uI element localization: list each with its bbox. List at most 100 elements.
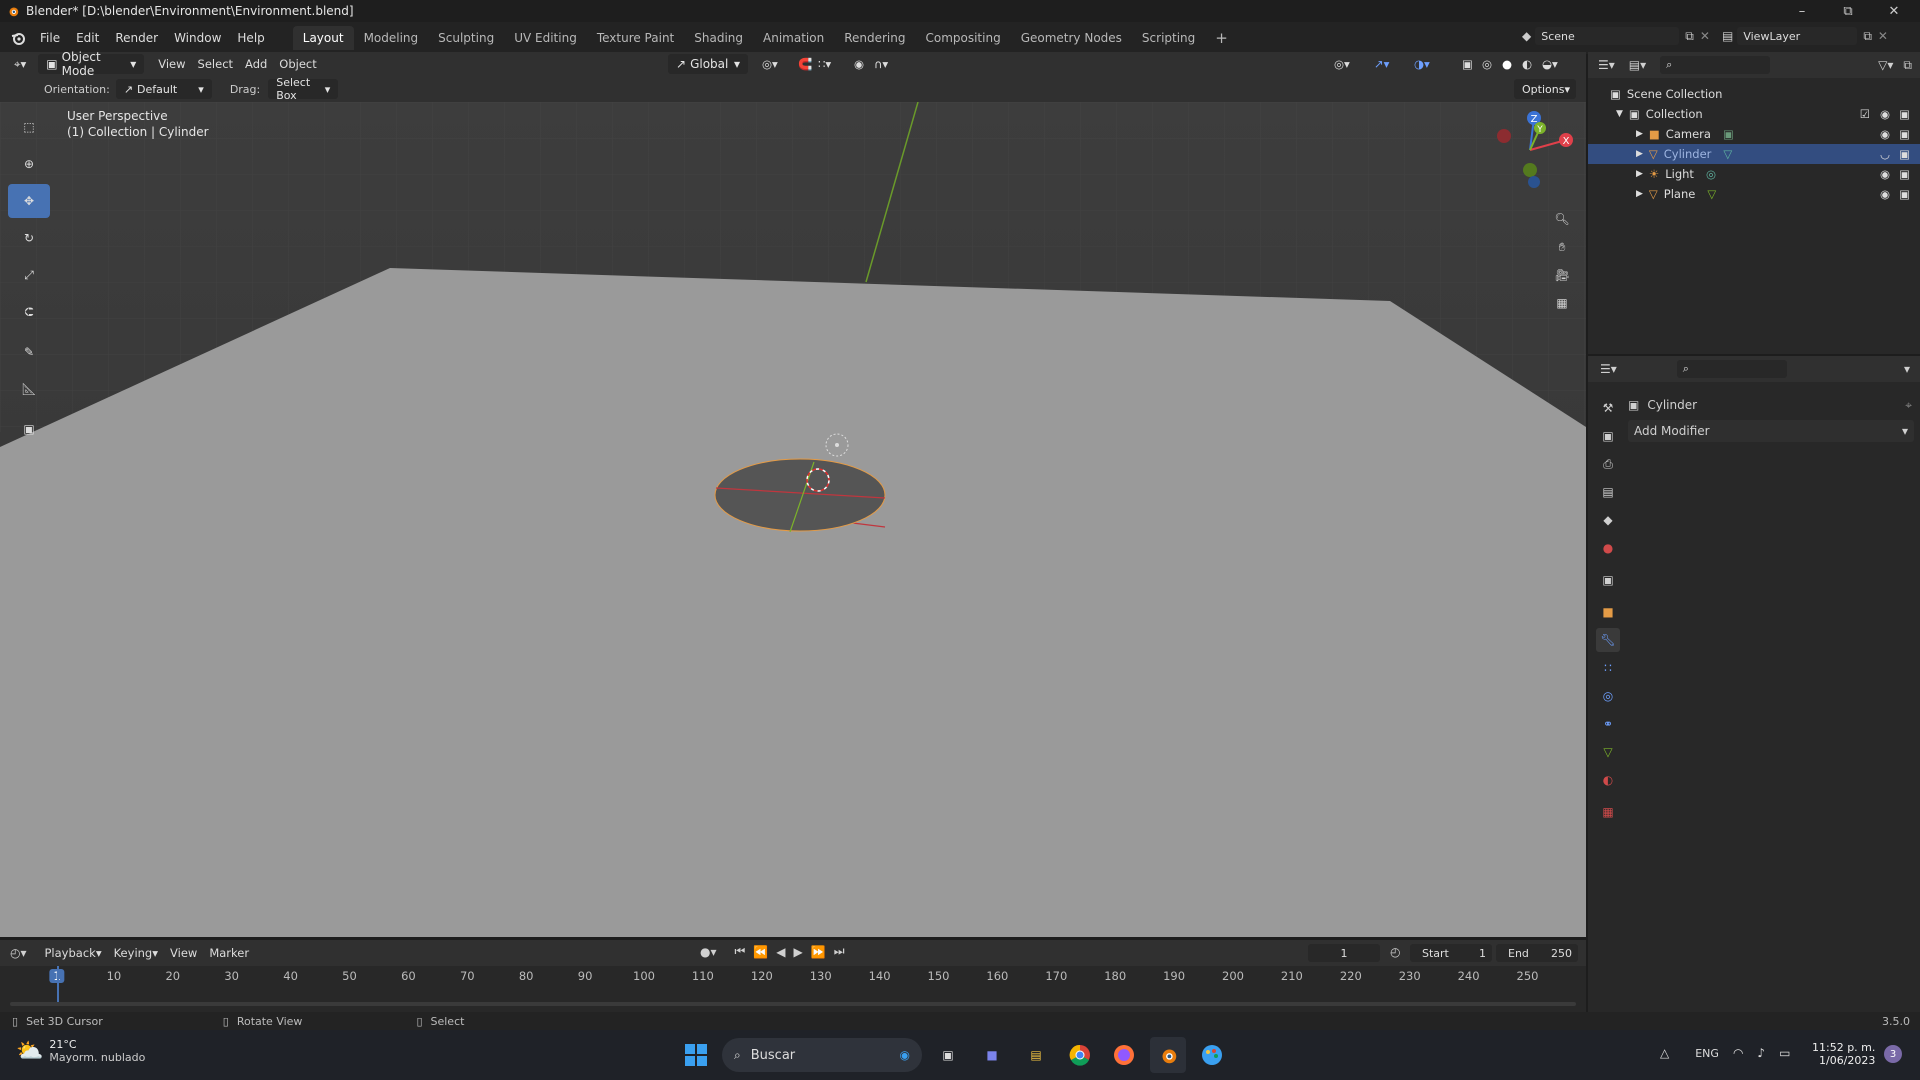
cylinder-render-icon[interactable]: ▣ bbox=[1899, 147, 1910, 161]
expand-chevron-icon[interactable]: ▼ bbox=[1616, 109, 1623, 119]
material-tab-icon[interactable]: ◐ bbox=[1596, 768, 1620, 792]
render-tab-icon[interactable]: ▣ bbox=[1596, 424, 1620, 448]
teams-icon[interactable]: ■ bbox=[974, 1037, 1010, 1073]
outliner-item-plane[interactable]: ▶ ▽ Plane ▽ ◉ ▣ bbox=[1588, 184, 1920, 204]
task-view-icon[interactable]: ▣ bbox=[930, 1037, 966, 1073]
tab-geometry-nodes[interactable]: Geometry Nodes bbox=[1011, 26, 1132, 50]
remove-scene-icon[interactable]: ✕ bbox=[1700, 29, 1710, 43]
end-frame-field[interactable]: End 250 bbox=[1496, 944, 1578, 962]
weather-widget[interactable]: ⛅ 21°C Mayorm. nublado bbox=[16, 1038, 145, 1064]
filter-icon[interactable]: ▽▾ bbox=[1878, 58, 1893, 72]
display-mode-icon[interactable]: ▤▾ bbox=[1629, 58, 1646, 72]
add-cube-tool-icon[interactable]: ▣ bbox=[8, 412, 50, 446]
new-collection-icon[interactable]: ⧉ bbox=[1903, 58, 1912, 73]
volume-icon[interactable]: ♪ bbox=[1757, 1046, 1765, 1060]
drag-dropdown[interactable]: Select Box ▾ bbox=[268, 76, 339, 102]
play-icon[interactable]: ▶ bbox=[794, 945, 803, 959]
outliner-item-camera[interactable]: ▶ ■ Camera ▣ ◉ ▣ bbox=[1588, 124, 1920, 144]
transform-tool-icon[interactable]: ⮈ bbox=[8, 295, 50, 329]
overlays-toggle-icon[interactable]: ◑▾ bbox=[1408, 54, 1436, 74]
scene-tab-icon[interactable]: ◆ bbox=[1596, 508, 1620, 532]
expand-chevron-icon[interactable]: ▶ bbox=[1636, 149, 1643, 159]
collection-checkbox-icon[interactable]: ☑ bbox=[1860, 107, 1870, 121]
tab-compositing[interactable]: Compositing bbox=[915, 26, 1010, 50]
jump-start-icon[interactable]: ⏮ bbox=[735, 944, 746, 959]
rendered-shading-icon[interactable]: ◒▾ bbox=[1536, 54, 1564, 74]
light-visibility-icon[interactable]: ◉ bbox=[1880, 167, 1890, 181]
next-keyframe-icon[interactable]: ⏩ bbox=[811, 945, 826, 959]
viewport-scene[interactable] bbox=[0, 102, 1586, 937]
expand-chevron-icon[interactable]: ▶ bbox=[1636, 189, 1643, 199]
constraints-tab-icon[interactable]: ⚭ bbox=[1596, 712, 1620, 736]
camera-render-icon[interactable]: ▣ bbox=[1899, 127, 1910, 141]
light-render-icon[interactable]: ▣ bbox=[1899, 167, 1910, 181]
plane-visibility-icon[interactable]: ◉ bbox=[1880, 187, 1890, 201]
firefox-icon[interactable] bbox=[1106, 1037, 1142, 1073]
gizmo-neg-x-axis[interactable] bbox=[1497, 129, 1511, 143]
expand-chevron-icon[interactable]: ▶ bbox=[1636, 129, 1643, 139]
playhead[interactable] bbox=[57, 966, 59, 1006]
data-tab-icon[interactable]: ▽ bbox=[1596, 740, 1620, 764]
maximize-button[interactable]: ⧉ bbox=[1826, 0, 1870, 22]
timeline-view-menu[interactable]: View bbox=[164, 943, 203, 963]
world-tab-icon[interactable]: ● bbox=[1596, 536, 1620, 560]
minimize-button[interactable]: – bbox=[1780, 0, 1824, 22]
collection-tab-icon[interactable]: ▣ bbox=[1596, 568, 1620, 592]
proportional-edit-icon[interactable]: ◉ bbox=[848, 54, 870, 74]
blender-menu-icon[interactable] bbox=[10, 30, 26, 46]
menu-edit[interactable]: Edit bbox=[68, 27, 107, 49]
current-frame-field[interactable]: 1 bbox=[1308, 944, 1380, 962]
record-icon[interactable]: ●▾ bbox=[700, 945, 717, 959]
collection-visibility-icon[interactable]: ◉ bbox=[1880, 107, 1890, 121]
new-scene-icon[interactable]: ⧉ bbox=[1685, 29, 1694, 44]
zoom-icon[interactable]: 🔍︎ bbox=[1548, 205, 1576, 233]
tab-layout[interactable]: Layout bbox=[292, 26, 354, 50]
snap-target-icon[interactable]: ∷▾ bbox=[812, 54, 837, 74]
object-menu[interactable]: Object bbox=[273, 54, 322, 74]
physics-tab-icon[interactable]: ◎ bbox=[1596, 684, 1620, 708]
pivot-point-icon[interactable]: ◎▾ bbox=[756, 54, 784, 74]
mode-dropdown[interactable]: ▣ Object Mode ▾ bbox=[38, 50, 145, 78]
ortho-grid-icon[interactable]: ▦ bbox=[1548, 289, 1576, 317]
falloff-icon[interactable]: ∩▾ bbox=[868, 54, 894, 74]
add-workspace-icon[interactable]: + bbox=[1205, 26, 1238, 50]
3d-viewport[interactable]: User Perspective (1) Collection | Cylind… bbox=[0, 102, 1586, 937]
rotate-tool-icon[interactable]: ↻ bbox=[8, 221, 50, 255]
view-layer-field[interactable]: ViewLayer bbox=[1737, 27, 1858, 45]
menu-help[interactable]: Help bbox=[229, 27, 272, 49]
move-tool-icon[interactable]: ✥ bbox=[8, 184, 50, 218]
view-layer-selector[interactable]: ▤ ViewLayer ⧉ ✕ bbox=[1722, 27, 1888, 45]
notification-badge[interactable]: 3 bbox=[1884, 1045, 1902, 1063]
marker-menu[interactable]: Marker bbox=[203, 943, 255, 963]
cylinder-visibility-icon[interactable]: ◡ bbox=[1880, 147, 1890, 161]
taskbar-search-box[interactable]: ⌕ Buscar ◉ bbox=[722, 1038, 922, 1072]
outliner-search-input[interactable]: ⌕ bbox=[1660, 56, 1771, 74]
material-shading-icon[interactable]: ◐ bbox=[1516, 54, 1538, 74]
cursor-tool-icon[interactable]: ⊕ bbox=[8, 147, 50, 181]
menu-file[interactable]: File bbox=[32, 27, 68, 49]
keying-menu[interactable]: Keying ▾ bbox=[108, 943, 164, 963]
texture-tab-icon[interactable]: ▦ bbox=[1596, 800, 1620, 824]
scene-selector[interactable]: ◆ Scene ⧉ ✕ bbox=[1522, 27, 1710, 45]
start-menu-icon[interactable] bbox=[678, 1037, 714, 1073]
mesh-data-icon[interactable]: ▽ bbox=[1707, 187, 1716, 201]
outliner-scene-collection[interactable]: ▣ Scene Collection bbox=[1588, 84, 1920, 104]
tab-animation[interactable]: Animation bbox=[753, 26, 834, 50]
gizmo-toggle-icon[interactable]: ↗▾ bbox=[1368, 54, 1395, 74]
options-dropdown[interactable]: Options ▾ bbox=[1514, 79, 1576, 99]
add-modifier-dropdown[interactable]: Add Modifier ▾ bbox=[1628, 420, 1914, 442]
orientation-dropdown[interactable]: ↗ Default ▾ bbox=[115, 79, 212, 99]
tab-shading[interactable]: Shading bbox=[684, 26, 753, 50]
playback-menu[interactable]: Playback ▾ bbox=[39, 943, 108, 963]
paint-icon[interactable] bbox=[1194, 1037, 1230, 1073]
wireframe-shading-icon[interactable]: ◎ bbox=[1476, 54, 1498, 74]
object-tab-icon[interactable]: ■ bbox=[1596, 600, 1620, 624]
output-tab-icon[interactable]: ⎙ bbox=[1596, 452, 1620, 476]
pan-hand-icon[interactable]: ✋︎ bbox=[1548, 233, 1576, 261]
modifier-tab-icon[interactable]: 🔧︎ bbox=[1596, 628, 1620, 652]
new-view-layer-icon[interactable]: ⧉ bbox=[1863, 29, 1872, 44]
outliner-editor-icon[interactable]: ☰▾ bbox=[1598, 58, 1615, 72]
chrome-icon[interactable] bbox=[1062, 1037, 1098, 1073]
prev-keyframe-icon[interactable]: ⏪ bbox=[753, 945, 768, 959]
select-menu[interactable]: Select bbox=[192, 54, 239, 74]
